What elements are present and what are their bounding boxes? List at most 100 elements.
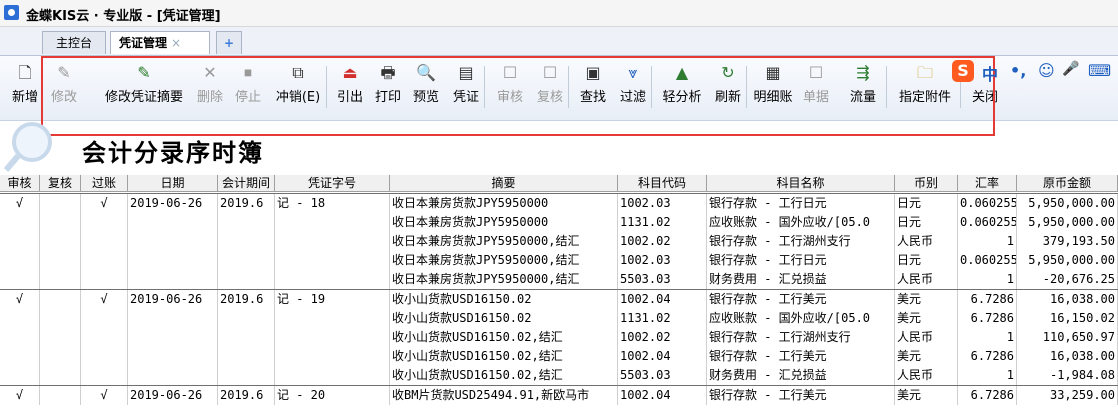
toolbar-button-7[interactable]: ⏏ 引出 (332, 62, 368, 114)
column-header[interactable]: 会计期间 (218, 175, 275, 192)
ime-chinese-mode-icon[interactable]: 中 (982, 61, 998, 85)
toolbar-button-label: 停止 (234, 90, 261, 105)
account-name-cell: 应收账款 - 国外应收/[05.0 (707, 213, 895, 232)
ime-punctuation-icon[interactable]: •, (1010, 61, 1026, 80)
rate-cell: 1 (958, 270, 1017, 289)
empty-cell (275, 347, 390, 366)
account-code-cell: 5503.03 (618, 366, 707, 385)
toolbar-button-4[interactable]: ✕ 删除 (192, 62, 228, 114)
empty-cell (40, 270, 81, 289)
column-header[interactable]: 复核 (40, 175, 81, 192)
empty-cell (275, 251, 390, 270)
column-header[interactable]: 币别 (895, 175, 958, 192)
export-icon: ⏏ (342, 63, 358, 82)
account-code-cell: 1131.02 (618, 213, 707, 232)
toolbar-button-5[interactable]: ⏹ 停止 (230, 62, 266, 114)
empty-cell (0, 213, 40, 232)
account-name-cell: 银行存款 - 工行湖州支行 (707, 328, 895, 347)
column-header[interactable]: 科目代码 (618, 175, 707, 192)
posted-mark: √ (81, 386, 128, 405)
tab-close-icon[interactable]: × (171, 36, 181, 50)
toolbar-button-label: 审核 (496, 90, 523, 105)
column-header[interactable]: 原币金额 (1017, 175, 1118, 192)
currency-cell: 美元 (895, 290, 958, 309)
empty-cell (81, 366, 128, 385)
rate-cell: 0.060255 (958, 213, 1017, 232)
empty-cell (0, 270, 40, 289)
column-header[interactable]: 汇率 (958, 175, 1017, 192)
empty-cell (128, 251, 218, 270)
toolbar-button-16[interactable]: ↻ 刷新 (708, 62, 748, 114)
account-name-cell: 银行存款 - 工行美元 (707, 347, 895, 366)
reverse-icon: ⧉ (292, 63, 304, 82)
toolbar-button-3[interactable]: ✎ 修改凭证摘要 (96, 62, 192, 114)
toolbar-button-18[interactable]: ☐ 单据 (796, 62, 836, 114)
tab-bar: 主控台 凭证管理 × + (0, 27, 1118, 56)
amount-cell: 16,038.00 (1017, 290, 1118, 309)
empty-cell (128, 232, 218, 251)
column-header[interactable]: 过账 (81, 175, 128, 192)
period-cell: 2019.6 (218, 386, 275, 405)
column-header[interactable]: 凭证字号 (275, 175, 390, 192)
review-mark (40, 290, 81, 309)
stop-icon: ⏹ (243, 63, 252, 82)
column-header[interactable]: 科目名称 (707, 175, 895, 192)
empty-cell (218, 366, 275, 385)
currency-cell: 日元 (895, 213, 958, 232)
currency-cell: 人民币 (895, 232, 958, 251)
account-name-cell: 应收账款 - 国外应收/[05.0 (707, 309, 895, 328)
summary-cell: 收日本兼房货款JPY5950000,结汇 (390, 232, 618, 251)
empty-cell (40, 309, 81, 328)
toolbar-button-label: 刷新 (714, 90, 741, 105)
empty-cell (128, 366, 218, 385)
amount-cell: 5,950,000.00 (1017, 213, 1118, 232)
toolbar-button-15[interactable]: ▲ 轻分析 (657, 62, 707, 114)
toolbar-separator (886, 66, 887, 108)
toolbar-button-13[interactable]: ▣ 查找 (574, 62, 612, 114)
empty-cell (81, 270, 128, 289)
edit-icon: ✎ (57, 63, 71, 82)
amount-cell: 110,650.97 (1017, 328, 1118, 347)
account-name-cell: 银行存款 - 工行美元 (707, 386, 895, 405)
account-code-cell: 1002.02 (618, 232, 707, 251)
toolbar-button-1[interactable]: 🗋 新增 (10, 62, 40, 114)
ime-keyboard-icon[interactable]: ⌨ (1088, 61, 1111, 80)
empty-cell (0, 251, 40, 270)
date-cell: 2019-06-26 (128, 386, 218, 405)
toolbar-button-8[interactable]: 🖶 打印 (370, 62, 406, 114)
toolbar-button-12[interactable]: ☐ 复核 (530, 62, 570, 114)
add-tab-button[interactable]: + (216, 31, 242, 54)
tab-voucher-management[interactable]: 凭证管理 × (110, 31, 210, 54)
column-header[interactable]: 审核 (0, 175, 40, 192)
summary-cell: 收小山货款USD16150.02 (390, 309, 618, 328)
empty-cell (218, 251, 275, 270)
ime-voice-icon[interactable]: 🎤 (1062, 61, 1079, 77)
tab-main-console[interactable]: 主控台 (42, 31, 106, 54)
toolbar-button-label: 单据 (802, 90, 829, 105)
empty-cell (0, 347, 40, 366)
toolbar-button-6[interactable]: ⧉ 冲销(E) (268, 62, 328, 114)
delete-icon: ✕ (203, 63, 217, 82)
toolbar-button-label: 明细账 (753, 90, 793, 105)
toolbar-button-9[interactable]: 🔍 预览 (406, 62, 446, 114)
audit-mark: √ (0, 290, 40, 309)
summary-cell: 收日本兼房货款JPY5950000,结汇 (390, 270, 618, 289)
toolbar-button-17[interactable]: ▦ 明细账 (751, 62, 795, 114)
account-code-cell: 1002.03 (618, 194, 707, 213)
ime-emoji-icon[interactable]: ☺ (1038, 61, 1055, 80)
column-header[interactable]: 日期 (128, 175, 218, 192)
ime-toolbar: S 中 •, ☺ 🎤 ⌨ (948, 58, 1118, 84)
toolbar-button-2[interactable]: ✎ 修改 (46, 62, 82, 114)
tab-label: 凭证管理 (119, 36, 168, 50)
sogou-logo-icon[interactable]: S (952, 60, 974, 82)
toolbar-button-11[interactable]: ☐ 审核 (490, 62, 530, 114)
toolbar-button-10[interactable]: ▤ 凭证 (446, 62, 486, 114)
toolbar-button-label: 轻分析 (662, 90, 702, 105)
rate-cell: 0.060255 (958, 194, 1017, 213)
preview-icon: 🔍 (416, 63, 436, 82)
audit-mark: √ (0, 386, 40, 405)
empty-cell (40, 213, 81, 232)
column-header[interactable]: 摘要 (390, 175, 618, 192)
toolbar-button-14[interactable]: ⩔ 过滤 (612, 62, 654, 114)
toolbar-button-19[interactable]: ⇶ 流量 (841, 62, 885, 114)
